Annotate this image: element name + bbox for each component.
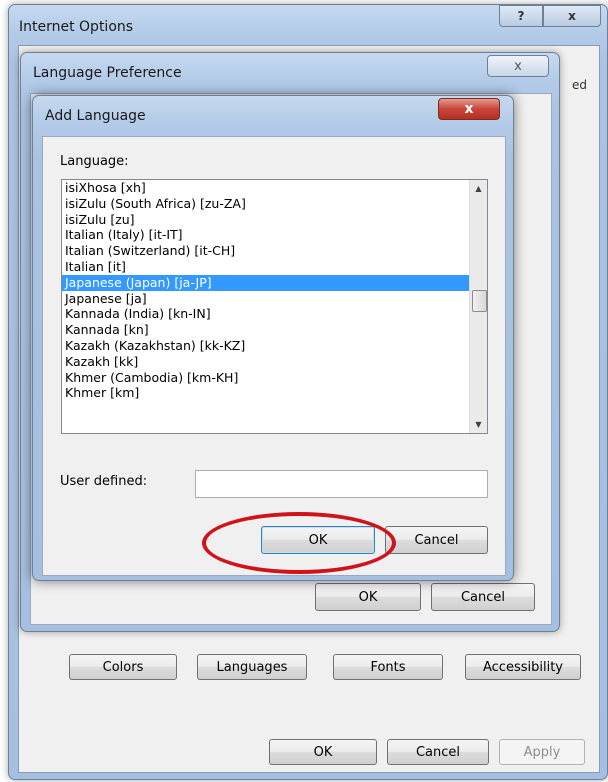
- scroll-down-arrow-icon[interactable]: ▼: [470, 416, 487, 433]
- add-language-window: Add Language x Language: isiXhosa [xh] is…: [32, 95, 514, 581]
- language-preference-title: Language Preference: [33, 65, 182, 81]
- apply-button[interactable]: Apply: [499, 739, 585, 765]
- close-icon: x: [514, 58, 522, 74]
- cancel-button[interactable]: Cancel: [387, 739, 489, 765]
- close-icon: x: [464, 101, 474, 117]
- add-language-client: Language: isiXhosa [xh] isiZulu (South Af…: [42, 136, 506, 576]
- language-list-item[interactable]: Kazakh [kk]: [62, 354, 487, 370]
- user-defined-label: User defined:: [60, 474, 148, 489]
- languages-button[interactable]: Languages: [197, 654, 307, 680]
- language-listbox[interactable]: isiXhosa [xh] isiZulu (South Africa) [zu-…: [61, 179, 488, 434]
- add-language-title: Add Language: [45, 108, 146, 124]
- language-list-item[interactable]: Italian (Switzerland) [it-CH]: [62, 243, 487, 259]
- add-language-close-button[interactable]: x: [438, 98, 500, 120]
- language-list-item[interactable]: Italian (Italy) [it-IT]: [62, 227, 487, 243]
- help-icon: ?: [517, 9, 525, 23]
- add-language-ok-button[interactable]: OK: [261, 526, 375, 554]
- tab-advanced-partial[interactable]: ed: [572, 78, 587, 92]
- close-icon: x: [568, 9, 576, 23]
- accessibility-button[interactable]: Accessibility: [465, 654, 581, 680]
- fonts-button[interactable]: Fonts: [333, 654, 443, 680]
- language-listbox-scrollbar[interactable]: ▲ ▼: [469, 180, 487, 433]
- language-list-item[interactable]: Kannada (India) [kn-IN]: [62, 306, 487, 322]
- language-list-item[interactable]: Khmer (Cambodia) [km-KH]: [62, 370, 487, 386]
- ok-button[interactable]: OK: [269, 739, 377, 765]
- language-list-item[interactable]: Italian [it]: [62, 259, 487, 275]
- language-list-items: isiXhosa [xh] isiZulu (South Africa) [zu-…: [62, 180, 487, 401]
- language-list-item[interactable]: Japanese [ja]: [62, 291, 487, 307]
- language-preference-ok-button[interactable]: OK: [315, 583, 421, 611]
- colors-button[interactable]: Colors: [69, 654, 177, 680]
- window-title: Internet Options: [19, 19, 134, 35]
- language-list-item[interactable]: isiXhosa [xh]: [62, 180, 487, 196]
- language-list-item[interactable]: isiZulu (South Africa) [zu-ZA]: [62, 196, 487, 212]
- language-list-item[interactable]: isiZulu [zu]: [62, 212, 487, 228]
- language-list-item[interactable]: Kazakh (Kazakhstan) [kk-KZ]: [62, 338, 487, 354]
- language-preference-close-button[interactable]: x: [487, 55, 549, 77]
- add-language-cancel-button[interactable]: Cancel: [385, 526, 488, 554]
- language-list-item[interactable]: Japanese (Japan) [ja-JP]: [62, 274, 487, 291]
- scrollbar-thumb[interactable]: [472, 290, 487, 312]
- language-list-item[interactable]: Khmer [km]: [62, 385, 487, 401]
- scroll-up-arrow-icon[interactable]: ▲: [470, 180, 487, 197]
- language-preference-cancel-button[interactable]: Cancel: [431, 583, 535, 611]
- language-list-item[interactable]: Kannada [kn]: [62, 322, 487, 338]
- user-defined-input[interactable]: [195, 470, 488, 498]
- close-button[interactable]: x: [543, 5, 601, 27]
- language-label: Language:: [60, 154, 129, 169]
- help-button[interactable]: ?: [499, 5, 543, 27]
